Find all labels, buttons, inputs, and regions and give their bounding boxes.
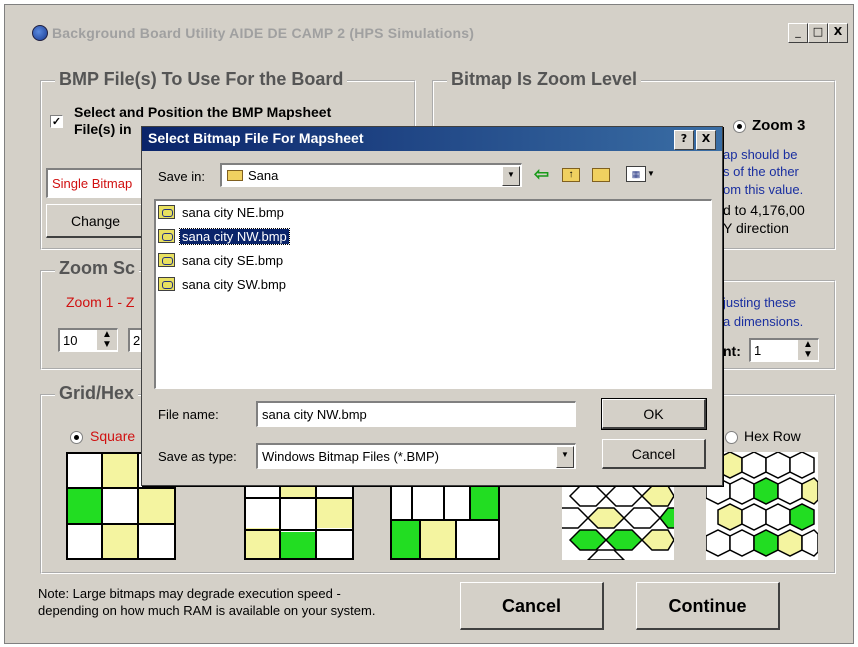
zoom-spinner-1[interactable]: 10 ▲ ▼	[58, 328, 118, 352]
hexrow-label: Hex Row	[744, 428, 801, 444]
count-spinner[interactable]: 1 ▲ ▼	[749, 338, 819, 362]
save-in-label: Save in:	[158, 169, 205, 184]
zoom-group-title: Bitmap Is Zoom Level	[447, 69, 642, 90]
checkbox-label-line2: File(s) in	[74, 121, 132, 137]
folder-icon	[227, 170, 243, 181]
dialog-title-bar: Select Bitmap File For Mapsheet ? X	[142, 127, 722, 151]
note-line-2: depending on how much RAM is available o…	[38, 603, 376, 618]
dialog-cancel-button[interactable]: Cancel	[602, 439, 706, 469]
window-title: Background Board Utility AIDE DE CAMP 2 …	[52, 25, 475, 41]
select-bitmap-dialog: Select Bitmap File For Mapsheet ? X Save…	[141, 126, 723, 486]
brick-grid-preview[interactable]	[244, 484, 354, 560]
dialog-ok-button[interactable]: OK	[601, 398, 707, 430]
zoom3-radio[interactable]	[733, 120, 746, 133]
bmp-group-title: BMP File(s) To Use For the Board	[55, 69, 348, 90]
zoom-scale-label: Zoom 1 - Z	[66, 294, 135, 310]
square-radio[interactable]	[70, 431, 83, 444]
file-list[interactable]: sana city NE.bmp sana city NW.bmp sana c…	[154, 199, 712, 389]
save-as-type-label: Save as type:	[158, 449, 237, 464]
file-name-input[interactable]: sana city NW.bmp	[256, 401, 576, 427]
bitmap-file-icon	[158, 253, 175, 267]
view-menu-chevron-icon[interactable]: ▼	[647, 169, 655, 178]
dialog-close-button[interactable]: X	[696, 130, 716, 150]
close-button[interactable]: X	[828, 23, 848, 43]
view-menu-icon[interactable]: ▦	[626, 166, 646, 182]
checkbox-label-line1: Select and Position the BMP Mapsheet	[74, 104, 332, 120]
up-folder-icon[interactable]: ↑	[562, 168, 580, 182]
continue-button[interactable]: Continue	[636, 582, 780, 630]
save-as-type-select[interactable]: Windows Bitmap Files (*.BMP) ▼	[256, 443, 576, 469]
new-folder-icon[interactable]	[592, 168, 610, 182]
maximize-button[interactable]: □	[808, 23, 828, 43]
zoom-info-4: d to 4,176,00	[723, 202, 805, 218]
dims-info-1: justing these	[723, 295, 796, 310]
zoom-info-3: om this value.	[723, 182, 804, 197]
chevron-down-icon[interactable]: ▼	[556, 446, 574, 468]
zoom-info-2: s of the other	[723, 164, 799, 179]
dialog-title: Select Bitmap File For Mapsheet	[148, 130, 364, 146]
zoom3-label: Zoom 3	[752, 117, 806, 134]
dims-info-2: a dimensions.	[723, 314, 804, 329]
note-line-1: Note: Large bitmaps may degrade executio…	[38, 586, 341, 601]
save-in-combo[interactable]: Sana ▼	[220, 163, 522, 187]
dialog-help-button[interactable]: ?	[674, 130, 694, 150]
change-button[interactable]: Change	[46, 204, 146, 238]
zoom-scale-title: Zoom Sc	[55, 258, 140, 279]
minimize-button[interactable]: _	[788, 23, 808, 43]
bitmap-file-field[interactable]: Single Bitmap	[46, 168, 146, 198]
main-cancel-button[interactable]: Cancel	[460, 582, 604, 630]
hex-column-preview[interactable]	[562, 484, 674, 560]
zoom-info-1: ap should be	[723, 147, 798, 162]
app-icon	[32, 25, 48, 41]
select-position-checkbox[interactable]: ✓	[50, 115, 63, 128]
file-name-label: File name:	[158, 407, 219, 422]
chevron-down-icon[interactable]: ▼	[502, 166, 520, 186]
title-bar: Background Board Utility AIDE DE CAMP 2 …	[24, 22, 852, 44]
count-label: nt:	[723, 343, 741, 359]
bitmap-file-icon	[158, 205, 175, 219]
back-arrow-icon[interactable]: ⇦	[534, 165, 549, 183]
bitmap-file-icon	[158, 277, 175, 291]
square-label: Square	[90, 428, 136, 444]
hexrow-radio[interactable]	[725, 431, 738, 444]
grid-hex-title: Grid/Hex	[55, 383, 139, 404]
bitmap-file-icon	[158, 229, 175, 243]
brick-grid-preview-2[interactable]	[390, 484, 500, 560]
zoom-info-5: Y direction	[723, 220, 789, 236]
